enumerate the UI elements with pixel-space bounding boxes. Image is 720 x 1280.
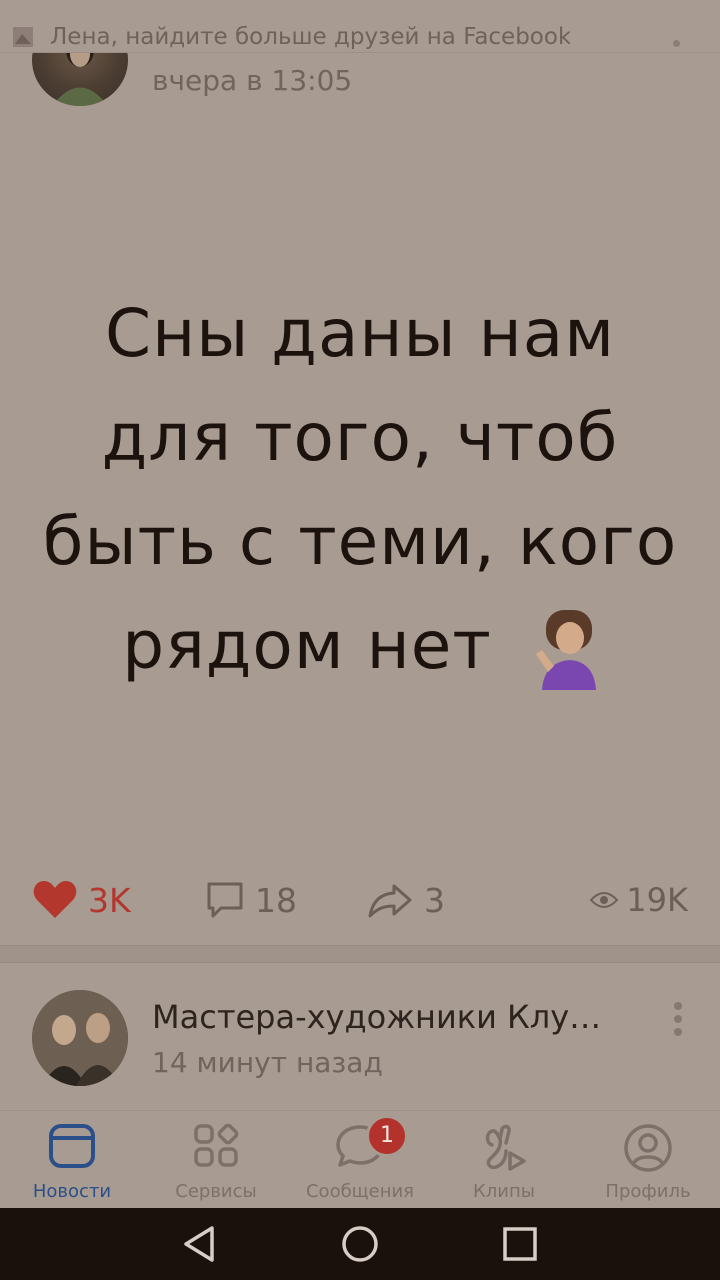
tab-label: Клипы	[473, 1181, 535, 1202]
community-photo-icon	[32, 990, 128, 1086]
quote-line: для того, чтоб	[101, 399, 619, 476]
quote-line-text: рядом нет	[122, 607, 492, 684]
back-icon[interactable]	[178, 1222, 222, 1266]
community-name[interactable]: Мастера-художники Клуб...	[152, 998, 602, 1036]
clips-icon	[485, 1124, 526, 1171]
eye-icon	[590, 892, 619, 908]
share-icon	[368, 884, 412, 918]
messages-badge: 1	[366, 1115, 408, 1157]
quote-line: быть с теми, кого	[42, 503, 678, 580]
notification-banner[interactable]: Лена, найдите больше друзей на Facebook	[0, 0, 720, 53]
share-button[interactable]: 3	[368, 870, 445, 930]
views: 19K	[590, 870, 688, 930]
recents-icon[interactable]	[498, 1222, 542, 1266]
likes-count: 3K	[88, 880, 131, 920]
post-divider	[0, 945, 720, 963]
views-count: 19K	[626, 881, 688, 919]
post-image[interactable]: Сны даны нам для того, чтоб быть с теми,…	[0, 120, 720, 860]
shares-count: 3	[424, 880, 445, 920]
tab-label: Профиль	[605, 1181, 691, 1202]
woman-tipping-hand-emoji-icon	[535, 609, 596, 690]
tab-news[interactable]: Новости	[0, 1111, 144, 1209]
heart-icon	[33, 881, 77, 918]
comment-button[interactable]: 18	[205, 870, 297, 930]
tab-profile[interactable]: Профиль	[576, 1111, 720, 1209]
tab-label: Сообщения	[305, 1181, 415, 1202]
notification-text: Лена, найдите больше друзей на Facebook	[50, 24, 570, 50]
post-time: вчера в 13:05	[152, 64, 353, 97]
news-icon	[49, 1124, 95, 1168]
post-header-2: Мастера-художники Клуб... 14 минут назад	[0, 962, 720, 1112]
tab-messages[interactable]: 1 Сообщения	[288, 1111, 432, 1209]
tab-label: Новости	[32, 1181, 112, 1202]
home-icon[interactable]	[338, 1222, 382, 1266]
services-icon	[194, 1123, 239, 1167]
system-navigation-bar	[0, 1208, 720, 1280]
more-options-icon[interactable]	[674, 1002, 684, 1036]
community-avatar[interactable]	[32, 990, 128, 1086]
tab-clips[interactable]: Клипы	[432, 1111, 576, 1209]
facebook-notification-icon	[13, 27, 33, 47]
post-actions: 3K 18 3 19K	[0, 870, 720, 930]
post-time-2: 14 минут назад	[152, 1046, 383, 1079]
bottom-tab-bar: Новости Сервисы 1 Сообщения Клипы Профил…	[0, 1110, 720, 1209]
like-button[interactable]: 3K	[32, 870, 131, 930]
quote-line: Сны даны нам	[104, 295, 616, 372]
comments-count: 18	[255, 880, 297, 920]
profile-icon	[624, 1124, 672, 1172]
tab-services[interactable]: Сервисы	[144, 1111, 288, 1209]
post-menu-dot[interactable]	[673, 40, 680, 47]
tab-label: Сервисы	[175, 1181, 257, 1202]
quote-line-last: рядом нет	[122, 594, 598, 698]
comment-icon	[207, 882, 243, 918]
